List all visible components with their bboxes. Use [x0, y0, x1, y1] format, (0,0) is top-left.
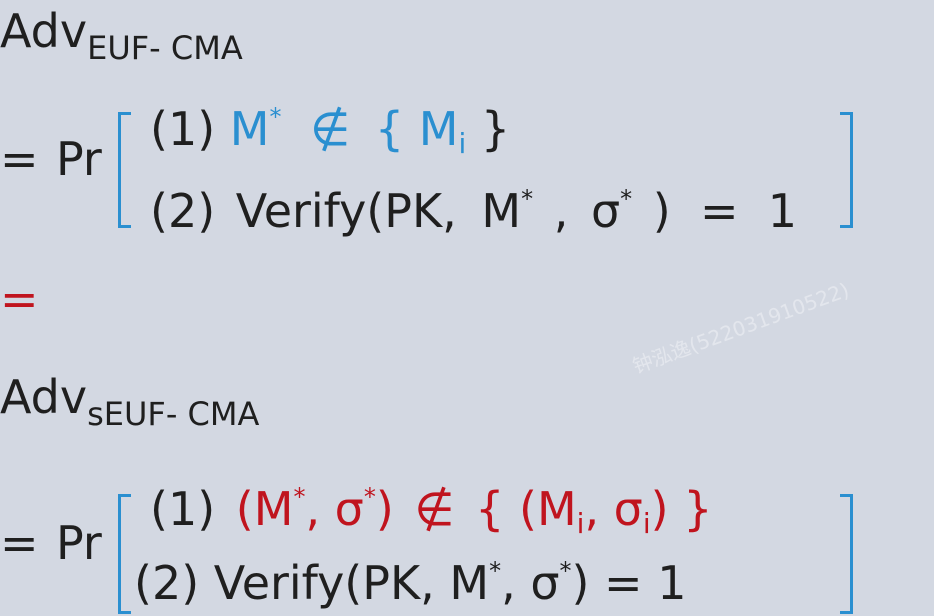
- pr-label: Pr: [56, 132, 102, 186]
- adv-base: Adv: [0, 4, 88, 58]
- signed-set: { (Mi, σi) }: [475, 482, 713, 540]
- m-sigma-pair: (M*, σ*): [235, 482, 394, 536]
- m-i: Mi: [418, 102, 467, 160]
- right-bracket: [840, 112, 853, 228]
- watermark: 钟泓逸(522031910522): [629, 277, 853, 379]
- pr-label-2: Pr: [56, 516, 102, 570]
- adv-base: Adv: [0, 370, 88, 424]
- equals-sign: =: [0, 132, 39, 186]
- adv-euf-cma: AdvEUF- CMA: [0, 8, 243, 64]
- condition-line-1: (1) M* ∉ { Mi }: [150, 105, 510, 158]
- condition-line-2: (2) Verify(PK, M* , σ* ) = 1: [150, 184, 798, 238]
- condition-number: (1): [150, 102, 216, 156]
- condition-line-2b: (2) Verify(PK, M*, σ*) = 1: [134, 556, 687, 610]
- not-in-symbol: ∉: [310, 102, 351, 156]
- m-star: M*: [229, 102, 282, 156]
- not-in-symbol-2: ∉: [414, 482, 455, 536]
- right-bracket-2: [840, 494, 853, 614]
- condition-line-1b: (1) (M*, σ*) ∉ { (Mi, σi) }: [150, 482, 713, 540]
- adv-subscript: EUF- CMA: [87, 29, 243, 67]
- adv-seuf-cma: AdvsEUF- CMA: [0, 374, 259, 430]
- left-bracket-2: [118, 494, 131, 614]
- left-bracket: [118, 112, 131, 228]
- adv-subscript: sEUF- CMA: [87, 395, 260, 433]
- equals-sign-2: =: [0, 516, 39, 570]
- equivalence-sign: =: [0, 272, 39, 326]
- set-close: }: [480, 102, 511, 156]
- set-open: {: [374, 102, 405, 156]
